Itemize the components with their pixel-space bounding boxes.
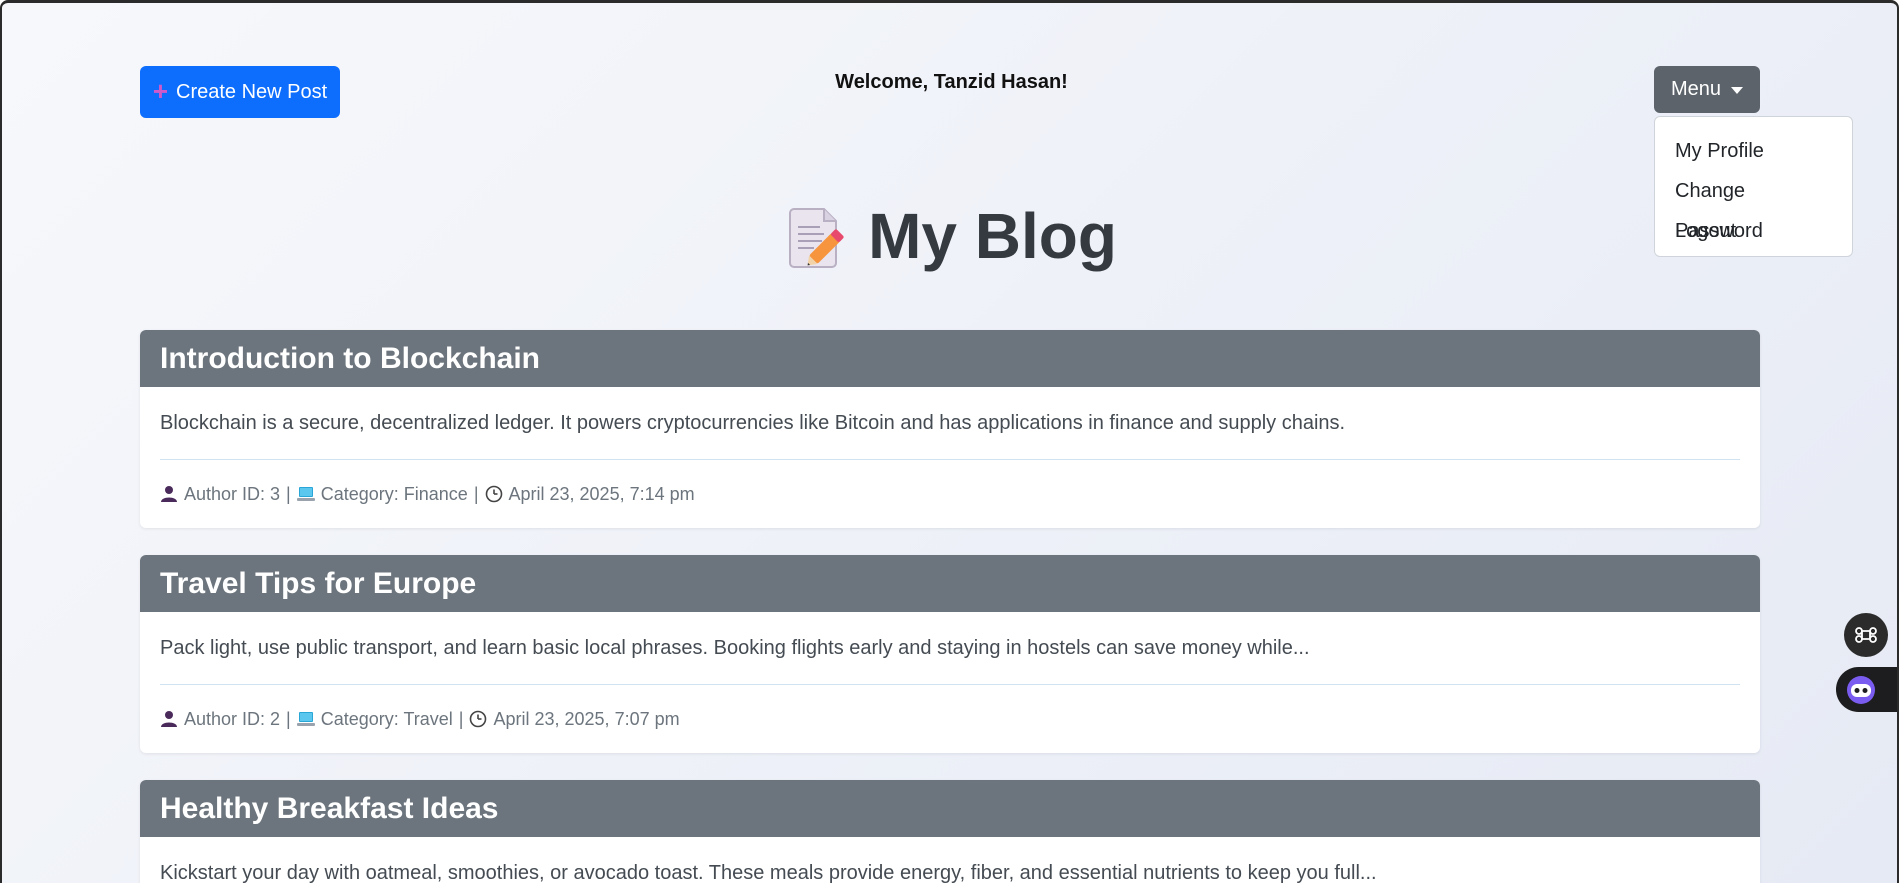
plus-icon: + xyxy=(152,76,168,106)
post-body: Blockchain is a secure, decentralized le… xyxy=(140,387,1760,528)
post-title[interactable]: Travel Tips for Europe xyxy=(140,555,1760,612)
clock-icon xyxy=(470,710,487,728)
post-meta: Author ID: 3 | Category: Finance | April… xyxy=(160,460,1740,528)
post-category: Category: Travel xyxy=(320,708,453,729)
memo-icon xyxy=(789,208,844,268)
post-card: Healthy Breakfast Ideas Kickstart your d… xyxy=(140,780,1760,883)
post-excerpt: Kickstart your day with oatmeal, smoothi… xyxy=(160,862,1377,883)
post-date: April 23, 2025, 7:14 pm xyxy=(508,483,695,504)
menu-label: Menu xyxy=(1670,78,1722,100)
create-new-post-label: Create New Post xyxy=(176,80,328,103)
page-title: My Blog xyxy=(868,200,1117,272)
clock-icon xyxy=(485,485,502,503)
post-card: Travel Tips for Europe Pack light, use p… xyxy=(140,555,1760,753)
post-body: Kickstart your day with oatmeal, smoothi… xyxy=(140,837,1760,883)
page-title-row: My Blog xyxy=(2,199,1897,273)
meta-separator: | xyxy=(458,708,464,729)
post-title[interactable]: Healthy Breakfast Ideas xyxy=(140,780,1760,837)
post-body: Pack light, use public transport, and le… xyxy=(140,612,1760,753)
post-card: Introduction to Blockchain Blockchain is… xyxy=(140,330,1760,528)
post-author: Author ID: 3 xyxy=(184,483,281,504)
person-icon xyxy=(161,711,177,727)
create-new-post-button[interactable]: + Create New Post xyxy=(140,66,340,118)
menu-dropdown-button[interactable]: Menu xyxy=(1654,66,1760,113)
browser-window: + Create New Post Welcome, Tanzid Hasan!… xyxy=(0,0,1899,883)
post-excerpt: Pack light, use public transport, and le… xyxy=(160,612,1740,685)
caret-down-icon xyxy=(1731,87,1744,94)
laptop-icon xyxy=(296,712,315,726)
command-shortcut-button[interactable] xyxy=(1844,613,1888,657)
post-author: Author ID: 2 xyxy=(184,708,281,729)
meta-separator: | xyxy=(473,483,479,504)
meta-separator: | xyxy=(286,708,291,729)
meta-separator: | xyxy=(286,483,291,504)
post-date: April 23, 2025, 7:07 pm xyxy=(493,708,680,729)
menu-item-my-profile[interactable]: My Profile xyxy=(1655,131,1852,171)
person-icon xyxy=(161,486,177,502)
menu-item-change-password[interactable]: Change Password xyxy=(1655,171,1852,242)
post-excerpt: Blockchain is a secure, decentralized le… xyxy=(160,387,1740,460)
bot-icon xyxy=(1847,675,1875,704)
post-meta: Author ID: 2 | Category: Travel | April … xyxy=(160,685,1740,753)
laptop-icon xyxy=(296,487,315,501)
assistant-widget-button[interactable] xyxy=(1836,667,1897,712)
welcome-message: Welcome, Tanzid Hasan! xyxy=(835,71,1068,93)
post-title[interactable]: Introduction to Blockchain xyxy=(140,330,1760,387)
command-icon xyxy=(1855,627,1877,643)
menu-dropdown: My Profile Change Password Logout xyxy=(1654,116,1853,257)
post-category: Category: Finance xyxy=(320,483,468,504)
